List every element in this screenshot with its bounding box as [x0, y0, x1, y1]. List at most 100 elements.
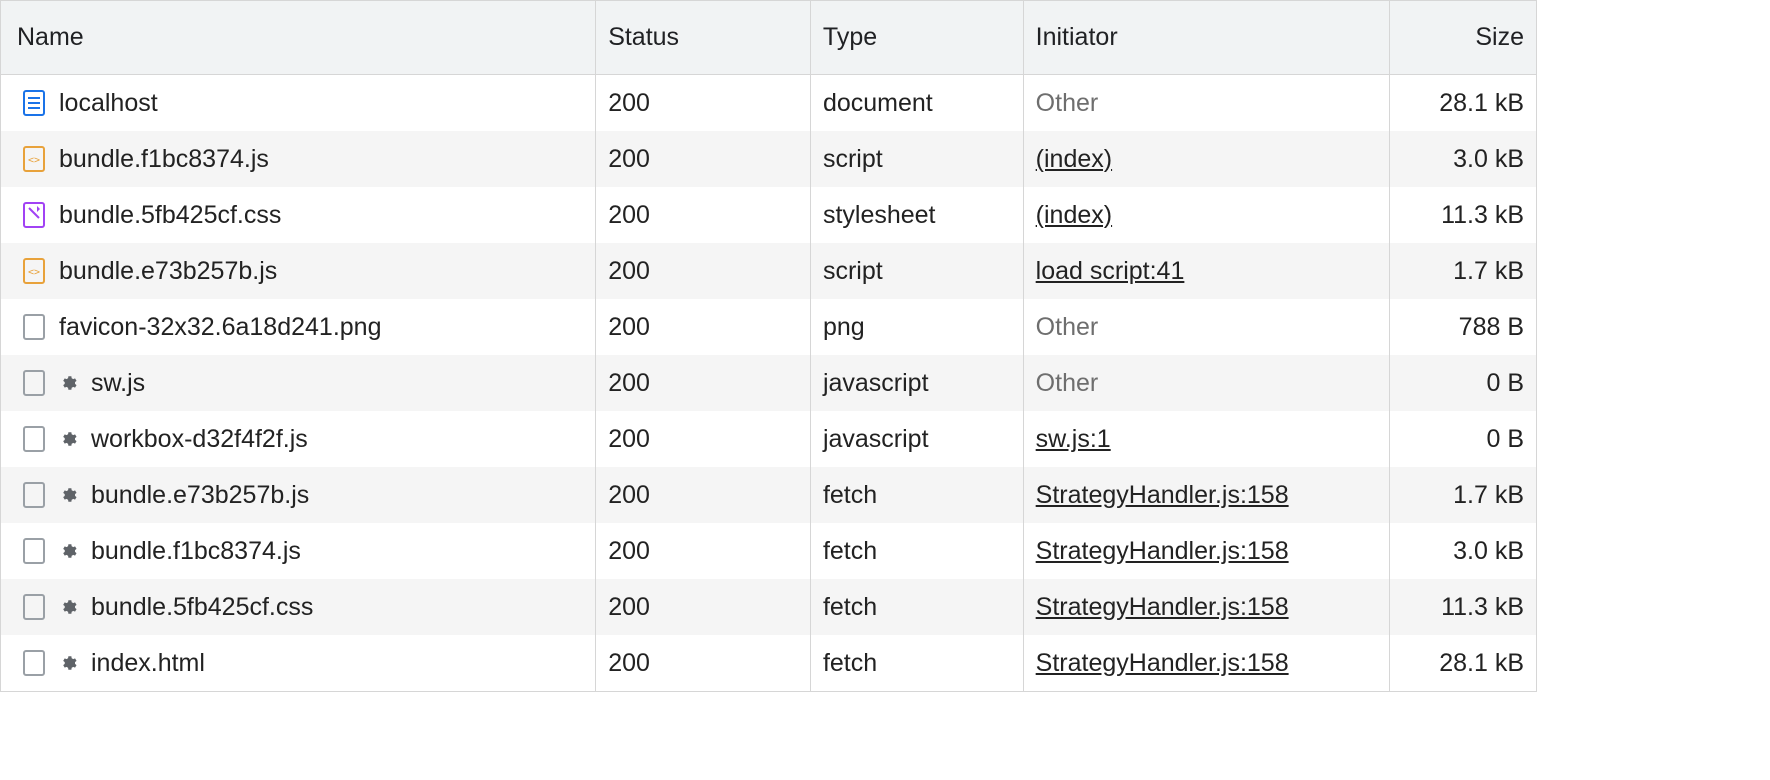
cell-initiator: Other — [1024, 355, 1391, 411]
gear-icon — [59, 430, 77, 448]
file-icon — [21, 482, 47, 508]
cell-size: 11.3 kB — [1390, 579, 1536, 635]
network-table: Name Status Type Initiator Size localhos… — [0, 0, 1537, 692]
initiator-link[interactable]: (index) — [1036, 145, 1112, 174]
table-row[interactable]: bundle.f1bc8374.js200fetchStrategyHandle… — [1, 523, 1536, 579]
cell-status: 200 — [596, 411, 811, 467]
initiator-text: Other — [1036, 313, 1099, 342]
cell-status: 200 — [596, 635, 811, 691]
svg-text:<>: <> — [28, 155, 40, 166]
gear-icon — [59, 598, 77, 616]
gear-icon — [59, 486, 77, 504]
cell-name[interactable]: favicon-32x32.6a18d241.png — [1, 299, 596, 355]
cell-name[interactable]: bundle.f1bc8374.js — [1, 523, 596, 579]
cell-type: javascript — [811, 411, 1024, 467]
cell-size: 3.0 kB — [1390, 523, 1536, 579]
cell-size: 788 B — [1390, 299, 1536, 355]
table-row[interactable]: localhost200documentOther28.1 kB — [1, 75, 1536, 131]
request-name: bundle.e73b257b.js — [59, 257, 277, 286]
request-name: bundle.f1bc8374.js — [91, 537, 301, 566]
cell-initiator: Other — [1024, 299, 1391, 355]
table-row[interactable]: bundle.e73b257b.js200fetchStrategyHandle… — [1, 467, 1536, 523]
cell-size: 28.1 kB — [1390, 635, 1536, 691]
cell-status: 200 — [596, 579, 811, 635]
js-icon: <> — [21, 146, 47, 172]
cell-status: 200 — [596, 243, 811, 299]
table-row[interactable]: <>bundle.f1bc8374.js200script(index)3.0 … — [1, 131, 1536, 187]
file-icon — [21, 314, 47, 340]
cell-initiator[interactable]: sw.js:1 — [1024, 411, 1391, 467]
initiator-link[interactable]: (index) — [1036, 201, 1112, 230]
file-icon — [21, 538, 47, 564]
cell-initiator[interactable]: StrategyHandler.js:158 — [1024, 467, 1391, 523]
cell-size: 11.3 kB — [1390, 187, 1536, 243]
cell-name[interactable]: index.html — [1, 635, 596, 691]
table-row[interactable]: sw.js200javascriptOther0 B — [1, 355, 1536, 411]
table-row[interactable]: workbox-d32f4f2f.js200javascriptsw.js:10… — [1, 411, 1536, 467]
initiator-link[interactable]: sw.js:1 — [1036, 425, 1111, 454]
initiator-link[interactable]: StrategyHandler.js:158 — [1036, 481, 1289, 510]
cell-name[interactable]: bundle.5fb425cf.css — [1, 187, 596, 243]
file-icon — [21, 594, 47, 620]
gear-icon — [59, 542, 77, 560]
cell-status: 200 — [596, 523, 811, 579]
cell-initiator[interactable]: (index) — [1024, 131, 1391, 187]
cell-type: script — [811, 243, 1024, 299]
cell-initiator[interactable]: StrategyHandler.js:158 — [1024, 579, 1391, 635]
css-icon — [21, 202, 47, 228]
cell-type: fetch — [811, 467, 1024, 523]
request-name: workbox-d32f4f2f.js — [91, 425, 308, 454]
column-header-size[interactable]: Size — [1390, 1, 1536, 74]
cell-initiator[interactable]: StrategyHandler.js:158 — [1024, 523, 1391, 579]
cell-initiator[interactable]: (index) — [1024, 187, 1391, 243]
cell-size: 1.7 kB — [1390, 467, 1536, 523]
document-icon — [21, 90, 47, 116]
column-header-name[interactable]: Name — [1, 1, 596, 74]
cell-type: png — [811, 299, 1024, 355]
request-name: sw.js — [91, 369, 145, 398]
cell-size: 3.0 kB — [1390, 131, 1536, 187]
table-row[interactable]: favicon-32x32.6a18d241.png200pngOther788… — [1, 299, 1536, 355]
gear-icon — [59, 374, 77, 392]
request-name: localhost — [59, 89, 158, 118]
request-name: bundle.e73b257b.js — [91, 481, 309, 510]
cell-type: javascript — [811, 355, 1024, 411]
file-icon — [21, 426, 47, 452]
initiator-link[interactable]: StrategyHandler.js:158 — [1036, 593, 1289, 622]
cell-name[interactable]: <>bundle.f1bc8374.js — [1, 131, 596, 187]
cell-status: 200 — [596, 355, 811, 411]
file-icon — [21, 370, 47, 396]
cell-status: 200 — [596, 75, 811, 131]
cell-initiator: Other — [1024, 75, 1391, 131]
cell-type: fetch — [811, 635, 1024, 691]
cell-type: fetch — [811, 579, 1024, 635]
cell-name[interactable]: localhost — [1, 75, 596, 131]
initiator-link[interactable]: StrategyHandler.js:158 — [1036, 649, 1289, 678]
cell-name[interactable]: bundle.5fb425cf.css — [1, 579, 596, 635]
request-name: bundle.5fb425cf.css — [59, 201, 281, 230]
column-header-type[interactable]: Type — [811, 1, 1024, 74]
cell-status: 200 — [596, 131, 811, 187]
cell-initiator[interactable]: load script:41 — [1024, 243, 1391, 299]
initiator-text: Other — [1036, 89, 1099, 118]
request-name: bundle.5fb425cf.css — [91, 593, 313, 622]
table-row[interactable]: index.html200fetch StrategyHandler.js:158… — [1, 635, 1536, 691]
cell-name[interactable]: <> bundle.e73b257b.js — [1, 243, 596, 299]
table-row[interactable]: bundle.5fb425cf.css 200fetch StrategyHandl… — [1, 579, 1536, 635]
cell-name[interactable]: sw.js — [1, 355, 596, 411]
cell-name[interactable]: workbox-d32f4f2f.js — [1, 411, 596, 467]
initiator-link[interactable]: load script:41 — [1036, 257, 1185, 286]
column-header-initiator[interactable]: Initiator — [1024, 1, 1391, 74]
js-icon: <> — [21, 258, 47, 284]
table-header-row: Name Status Type Initiator Size — [1, 1, 1536, 75]
file-icon — [21, 650, 47, 676]
cell-size: 28.1 kB — [1390, 75, 1536, 131]
table-row[interactable]: <> bundle.e73b257b.js 200script load script… — [1, 243, 1536, 299]
gear-icon — [59, 654, 77, 672]
table-row[interactable]: bundle.5fb425cf.css200stylesheet(index)1… — [1, 187, 1536, 243]
initiator-link[interactable]: StrategyHandler.js:158 — [1036, 537, 1289, 566]
cell-initiator[interactable]: StrategyHandler.js:158 — [1024, 635, 1391, 691]
column-header-status[interactable]: Status — [596, 1, 811, 74]
cell-name[interactable]: bundle.e73b257b.js — [1, 467, 596, 523]
cell-type: stylesheet — [811, 187, 1024, 243]
